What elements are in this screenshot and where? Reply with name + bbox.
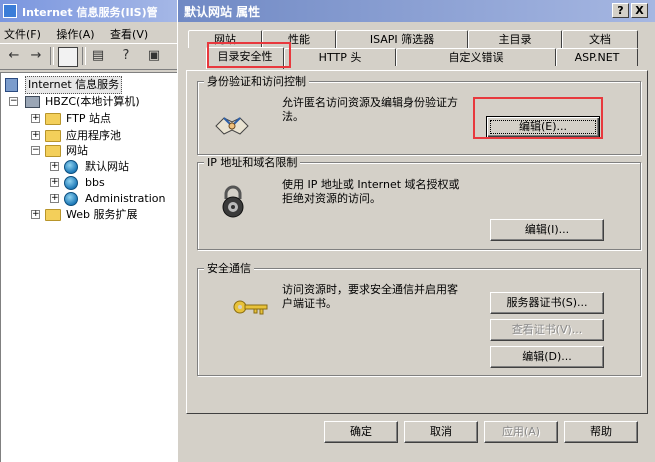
tree-item-site-default[interactable]: + 默认网站 bbox=[50, 159, 177, 175]
expand-icon[interactable]: + bbox=[50, 194, 59, 203]
close-icon[interactable]: X bbox=[631, 3, 648, 18]
tree-item-web-ext[interactable]: + Web 服务扩展 bbox=[31, 207, 177, 223]
globe-icon bbox=[64, 160, 78, 174]
tab-custom-errors[interactable]: 自定义错误 bbox=[396, 48, 556, 66]
tree-item-site-admin[interactable]: + Administration bbox=[50, 191, 177, 207]
ip-desc-line1: 使用 IP 地址或 Internet 域名授权或 bbox=[282, 178, 460, 191]
iis-menubar: 文件(F) 操作(A) 查看(V) bbox=[0, 22, 182, 44]
forward-arrow-icon[interactable]: → bbox=[28, 48, 44, 64]
iis-root-icon bbox=[5, 78, 18, 92]
ip-desc-line2: 拒绝对资源的访问。 bbox=[282, 192, 381, 205]
auth-desc-line2: 法。 bbox=[282, 110, 304, 123]
back-arrow-icon[interactable]: ← bbox=[6, 48, 22, 64]
view-certificate-button[interactable]: 查看证书(V)... bbox=[490, 319, 604, 341]
tab-panel-directory-security: 身份验证和访问控制 允许匿名访问资源及编辑身份验证方 法。 编辑(E)... I… bbox=[186, 70, 648, 414]
expand-icon[interactable]: + bbox=[31, 131, 40, 140]
properties-icon[interactable]: ▤ bbox=[90, 48, 106, 64]
secure-desc-line1: 访问资源时，要求安全通信并启用客 bbox=[282, 283, 458, 296]
help-caption-button[interactable]: ? bbox=[612, 3, 629, 18]
tree-item-root[interactable]: Internet 信息服务 bbox=[5, 76, 175, 94]
expand-icon[interactable]: + bbox=[31, 114, 40, 123]
highlight-active-tab bbox=[207, 42, 291, 68]
handshake-icon bbox=[215, 117, 249, 135]
tree-item-app-pools[interactable]: + 应用程序池 bbox=[31, 128, 177, 144]
group-ip: IP 地址和域名限制 使用 IP 地址或 Internet 域名授权或 拒绝对资… bbox=[197, 156, 641, 250]
cancel-button[interactable]: 取消 bbox=[404, 421, 478, 443]
dialog-titlebar[interactable]: 默认网站 属性 ? X bbox=[178, 0, 655, 22]
iis-window-title: Internet 信息服务(IIS)管 bbox=[22, 6, 158, 19]
tab-documents[interactable]: 文档 bbox=[562, 30, 638, 48]
properties-dialog: 默认网站 属性 ? X 网站 性能 ISAPI 筛选器 主目录 文档 目录安全性… bbox=[177, 0, 655, 462]
expand-icon[interactable]: + bbox=[50, 162, 59, 171]
site-tree: Internet 信息服务 − HBZC(本地计算机) + FTP 站点 + 应… bbox=[0, 72, 177, 462]
dialog-title: 默认网站 属性 bbox=[184, 5, 261, 19]
ip-edit-button[interactable]: 编辑(I)... bbox=[490, 219, 604, 241]
lock-icon bbox=[222, 185, 244, 218]
ok-button[interactable]: 确定 bbox=[324, 421, 398, 443]
server-certificate-button[interactable]: 服务器证书(S)... bbox=[490, 292, 604, 314]
expand-icon[interactable]: + bbox=[31, 210, 40, 219]
globe-icon bbox=[64, 192, 78, 206]
console-icon[interactable]: ▣ bbox=[146, 48, 162, 64]
tree-item-server[interactable]: − HBZC(本地计算机) bbox=[9, 94, 177, 110]
help-icon[interactable]: ? bbox=[118, 48, 134, 64]
tab-aspnet[interactable]: ASP.NET bbox=[556, 48, 638, 66]
auth-desc-line1: 允许匿名访问资源及编辑身份验证方 bbox=[282, 96, 458, 109]
folder-icon bbox=[45, 113, 61, 125]
iis-app-icon bbox=[3, 4, 17, 18]
tree-item-sites[interactable]: − 网站 bbox=[31, 143, 177, 159]
tree-item-ftp[interactable]: + FTP 站点 bbox=[31, 111, 177, 127]
collapse-icon[interactable]: − bbox=[31, 146, 40, 155]
secure-desc-line2: 户端证书。 bbox=[282, 297, 337, 310]
help-button[interactable]: 帮助 bbox=[564, 421, 638, 443]
tab-home-directory[interactable]: 主目录 bbox=[468, 30, 562, 48]
group-secure-title: 安全通信 bbox=[204, 262, 254, 275]
collapse-icon[interactable]: − bbox=[9, 97, 18, 106]
iis-toolbar: ← → ▤ ? ▣ bbox=[0, 44, 182, 70]
menu-action[interactable]: 操作(A) bbox=[56, 28, 94, 41]
iis-window-titlebar[interactable]: Internet 信息服务(IIS)管 bbox=[0, 0, 182, 22]
globe-icon bbox=[64, 176, 78, 190]
tab-isapi-filters[interactable]: ISAPI 筛选器 bbox=[336, 30, 468, 48]
menu-file[interactable]: 文件(F) bbox=[4, 28, 41, 41]
group-secure: 安全通信 访问资源时，要求安全通信并启用客 户端证书。 服务器证书(S)... … bbox=[197, 262, 641, 376]
menu-view[interactable]: 查看(V) bbox=[110, 28, 148, 41]
tab-http-headers[interactable]: HTTP 头 bbox=[284, 48, 396, 66]
computer-icon bbox=[25, 96, 40, 108]
apply-button[interactable]: 应用(A) bbox=[484, 421, 558, 443]
tree-view-icon[interactable] bbox=[58, 47, 78, 67]
group-ip-title: IP 地址和域名限制 bbox=[204, 156, 301, 169]
folder-icon bbox=[45, 130, 61, 142]
folder-icon bbox=[45, 209, 61, 221]
group-auth-title: 身份验证和访问控制 bbox=[204, 75, 309, 88]
highlight-auth-edit bbox=[473, 97, 603, 139]
folder-open-icon bbox=[45, 145, 61, 157]
secure-edit-button[interactable]: 编辑(D)... bbox=[490, 346, 604, 368]
expand-icon[interactable]: + bbox=[50, 178, 59, 187]
key-icon bbox=[233, 300, 268, 315]
tree-item-site-bbs[interactable]: + bbs bbox=[50, 175, 177, 191]
